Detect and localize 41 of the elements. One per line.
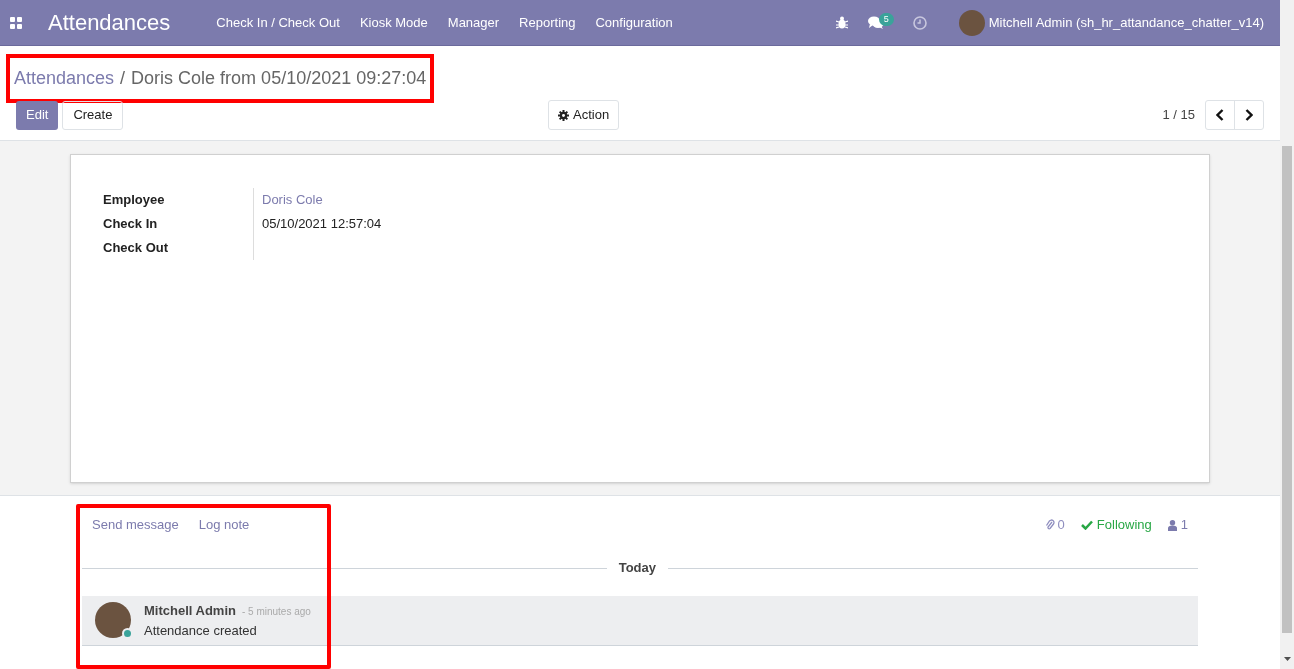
- messages-button[interactable]: 5: [867, 12, 894, 33]
- followers-button[interactable]: 1: [1167, 515, 1188, 535]
- breadcrumb-link[interactable]: Attendances: [14, 65, 115, 92]
- user-menu[interactable]: Mitchell Admin (sh_hr_attandance_chatter_v14): [988, 12, 1264, 33]
- chatter-action[interactable]: Send message: [92, 515, 179, 535]
- field-label: Employee: [103, 191, 166, 210]
- clock-icon[interactable]: [912, 15, 927, 30]
- person-icon: [1167, 519, 1177, 531]
- scroll-down-arrow-icon[interactable]: [1283, 657, 1291, 661]
- menu-item[interactable]: Kiosk Mode: [359, 12, 428, 33]
- attachments-button[interactable]: 0: [1044, 515, 1065, 535]
- menu-item[interactable]: Reporting: [519, 12, 576, 33]
- edit-button[interactable]: Edit: [16, 100, 59, 130]
- message-time: - 5 minutes ago: [241, 605, 311, 619]
- message-author: Mitchell Admin: [144, 602, 236, 620]
- record-title: Doris Cole from 05/10/2021 09:27:04: [131, 67, 427, 90]
- field-label: Check Out: [103, 239, 169, 258]
- chatter-action[interactable]: Log note: [198, 515, 250, 535]
- pager-value: 1 / 15: [1162, 106, 1195, 125]
- app-title: Attendances: [48, 9, 171, 37]
- menu-item[interactable]: Check In / Check Out: [216, 12, 340, 33]
- gear-icon: [558, 109, 569, 121]
- message-body: Attendance created: [144, 622, 258, 640]
- following-button[interactable]: Following: [1080, 515, 1152, 535]
- scrollbar-thumb[interactable]: [1282, 146, 1292, 633]
- field-label: Check In: [103, 215, 159, 234]
- checkmark-icon: [1080, 520, 1093, 530]
- apps-menu-icon[interactable]: [10, 16, 22, 29]
- field-value: 05/10/2021 12:57:04: [262, 215, 382, 234]
- chevron-right-icon: [1245, 109, 1253, 121]
- menu-item[interactable]: Configuration: [595, 12, 673, 33]
- create-button[interactable]: Create: [62, 100, 124, 130]
- message-count-badge: 5: [878, 12, 894, 26]
- breadcrumb-separator: /: [120, 67, 126, 90]
- action-button[interactable]: Action: [548, 100, 620, 130]
- menu-item[interactable]: Manager: [447, 12, 500, 33]
- chevron-left-icon: [1216, 109, 1224, 121]
- employee-link[interactable]: Doris Cole: [262, 190, 323, 210]
- date-separator: Today: [617, 559, 657, 578]
- paperclip-icon: [1044, 519, 1055, 531]
- bug-icon[interactable]: [835, 16, 848, 29]
